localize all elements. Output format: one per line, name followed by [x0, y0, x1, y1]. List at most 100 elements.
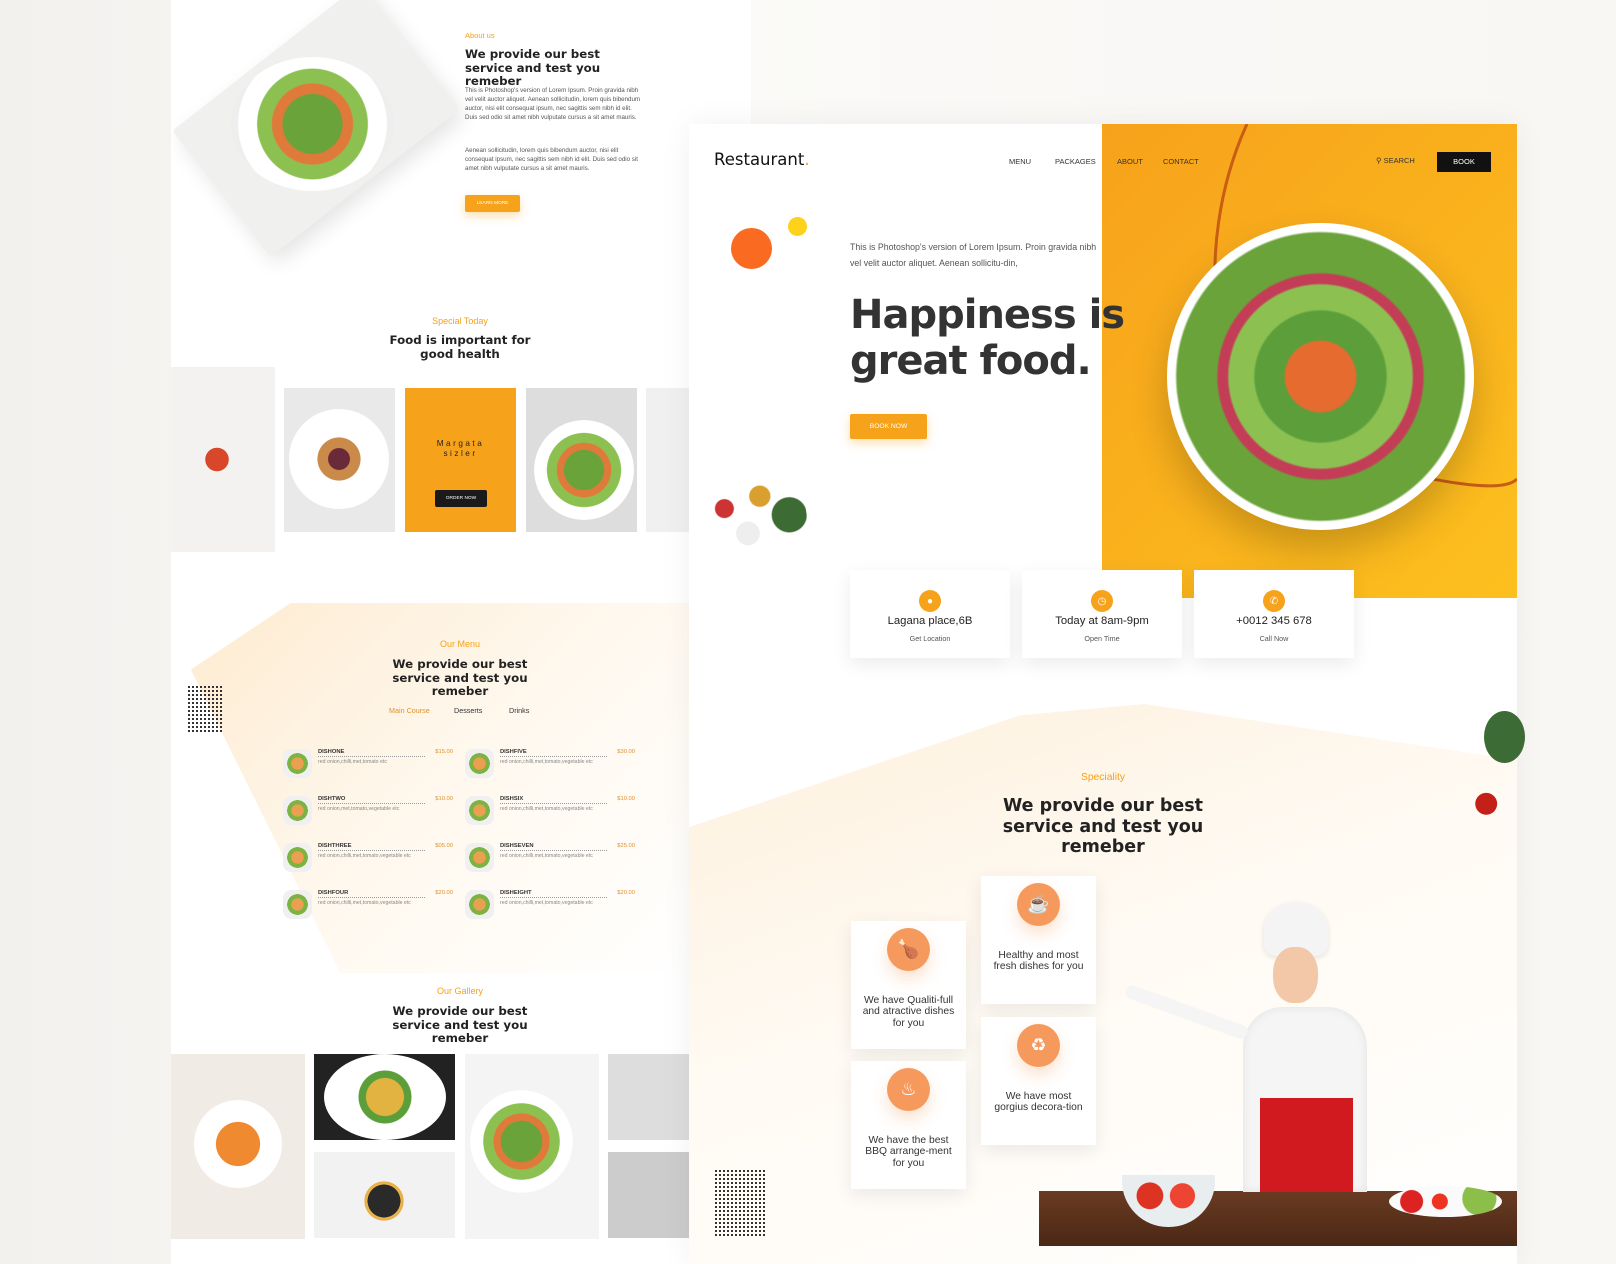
clock-icon: ◷ [1091, 590, 1113, 612]
logo-text: Restaurant [714, 150, 805, 169]
roast-chicken-icon: 🍗 [887, 928, 930, 971]
speciality-card: ☕ Healthy and most fresh dishes for you [981, 876, 1096, 1004]
dish-name: DISHONE [318, 749, 425, 757]
dish-price: $25.00 [617, 843, 635, 849]
tomato-photo [171, 367, 275, 552]
salad-photo [526, 388, 637, 532]
dish-price: $30.00 [617, 749, 635, 755]
bbq-grill-icon: ♨ [887, 1068, 930, 1111]
nav-contact[interactable]: CONTACT [1163, 157, 1199, 166]
promo-name: Margata sizler [436, 439, 485, 458]
hero-salmon-salad-plate [1167, 223, 1474, 530]
menu-tab-desserts[interactable]: Desserts [454, 706, 482, 715]
dish-price: $20.00 [435, 890, 453, 896]
dish-price: $20.00 [617, 890, 635, 896]
gallery-eyebrow: Our Gallery [436, 986, 483, 996]
book-now-button[interactable]: BOOK NOW [850, 414, 927, 439]
nav-menu[interactable]: MENU [1009, 157, 1031, 166]
gallery-photo-1 [171, 1054, 305, 1239]
info-subtitle: Open Time [1084, 634, 1120, 643]
about-section-extension [689, 0, 751, 124]
dish-description: red onion,chilli,met,tomato,vegetable et… [318, 900, 411, 906]
dish-price: $10.00 [617, 796, 635, 802]
nav-packages[interactable]: PACKAGES [1055, 157, 1096, 166]
logo[interactable]: Restaurant. [714, 150, 810, 169]
info-subtitle: Get Location [909, 634, 951, 643]
promo-card: Margata sizler ORDER NOW [405, 388, 516, 532]
speciality-text: We have Qualiti-full and atractive dishe… [862, 995, 955, 1029]
dish-description: red onion,chilli,met,tomato,vegetable et… [500, 806, 593, 812]
info-subtitle: Call Now [1259, 634, 1289, 643]
dish-price: $15.00 [435, 749, 453, 755]
menu-item[interactable]: DISHFOUR $20.00 red onion,chilli,met,tom… [283, 890, 453, 925]
chili-decor [1443, 783, 1515, 835]
menu-item[interactable]: DISHEIGHT $20.00 red onion,chilli,met,to… [465, 890, 635, 925]
search-button[interactable]: ⚲ SEARCH [1376, 156, 1415, 165]
decor-orange-circle [731, 228, 772, 269]
dish-description: red onion,chilli,met,tomato,vegetable et… [500, 853, 593, 859]
dish-thumbnail [283, 749, 312, 778]
dish-price: $05.00 [435, 843, 453, 849]
dish-name: DISHEIGHT [500, 890, 607, 898]
dish-name: DISHSIX [500, 796, 607, 804]
gallery-title: We provide our best service and test you… [392, 1004, 528, 1045]
hero-title-line-1: Happiness is [850, 292, 1125, 338]
gallery-photo-5 [608, 1054, 689, 1140]
logo-dot: . [804, 150, 810, 169]
dish-thumbnail [283, 796, 312, 825]
cup-photo [646, 388, 689, 532]
special-eyebrow: Special Today [432, 316, 488, 326]
order-now-button[interactable]: ORDER NOW [435, 490, 487, 507]
search-label: SEARCH [1383, 156, 1415, 165]
dish-name: DISHTHREE [318, 843, 425, 851]
location-pin-icon: ● [919, 590, 941, 612]
dish-name: DISHTWO [318, 796, 425, 804]
dining-table-icon: ♻ [1017, 1024, 1060, 1067]
dish-thumbnail [465, 843, 494, 872]
menu-item[interactable]: DISHSEVEN $25.00 red onion,chilli,met,to… [465, 843, 635, 878]
menu-item[interactable]: DISHFIVE $30.00 red onion,chilli,met,tom… [465, 749, 635, 784]
dish-name: DISHSEVEN [500, 843, 607, 851]
dish-thumbnail [283, 843, 312, 872]
succulent-decor [1484, 711, 1525, 763]
menu-tab-drinks[interactable]: Drinks [509, 706, 529, 715]
dish-thumbnail [465, 796, 494, 825]
special-title: Food is important for good health [389, 333, 531, 361]
speciality-eyebrow: Speciality [1080, 772, 1126, 783]
speciality-title: We provide our best service and test you… [1002, 796, 1204, 857]
menu-item[interactable]: DISHONE $15.00 red onion,chilli,met,toma… [283, 749, 453, 784]
menu-item[interactable]: DISHTHREE $05.00 red onion,chilli,met,to… [283, 843, 453, 878]
speciality-text: We have most gorgius decora-tion [994, 1091, 1083, 1114]
dish-thumbnail [465, 890, 494, 919]
dish-description: red onion,chilli,met,tomato,vegetable et… [500, 900, 593, 906]
dish-price: $10.00 [435, 796, 453, 802]
page-canvas: About us We provide our best service and… [0, 0, 1616, 1264]
about-title: We provide our best service and test you… [465, 47, 601, 88]
menu-item[interactable]: DISHSIX $10.00 red onion,chilli,met,toma… [465, 796, 635, 831]
nav-about[interactable]: ABOUT [1117, 157, 1143, 166]
about-eyebrow: About us [465, 31, 495, 40]
dish-description: red onion,met,tomato,vegetable etc [318, 806, 400, 812]
salad-plate-image [231, 57, 394, 191]
home-page-preview: Restaurant. MENU PACKAGES ABOUT CONTACT … [689, 124, 1517, 1264]
tomato-plate [1389, 1186, 1502, 1217]
info-title: +0012 345 678 [1236, 615, 1312, 627]
spices-image [689, 459, 807, 583]
dish-thumbnail [465, 749, 494, 778]
decor-yellow-circle [788, 217, 807, 236]
hero-title: Happiness is great food. [850, 292, 1125, 384]
hero-intro: This is Photoshop's version of Lorem Ips… [850, 242, 1097, 268]
book-button[interactable]: BOOK [1437, 152, 1491, 172]
learn-more-button[interactable]: LEARN MORE [465, 195, 520, 212]
info-card[interactable]: ◷ Today at 8am-9pm Open Time [1022, 570, 1182, 658]
gallery-photo-4 [465, 1054, 599, 1239]
info-card[interactable]: ✆ +0012 345 678 Call Now [1194, 570, 1354, 658]
dish-description: red onion,chilli,met,tomato,vegetable et… [318, 853, 411, 859]
menu-eyebrow: Our Menu [439, 639, 481, 649]
chef-image [1123, 902, 1441, 1192]
menu-item[interactable]: DISHTWO $10.00 red onion,met,tomato,vege… [283, 796, 453, 831]
info-card[interactable]: ● Lagana place,6B Get Location [850, 570, 1010, 658]
menu-tab-main-course[interactable]: Main Course [389, 706, 430, 715]
speciality-card: 🍗 We have Qualiti-full and atractive dis… [851, 921, 966, 1049]
dish-description: red onion,chilli,met,tomato,vegetable et… [500, 759, 593, 765]
